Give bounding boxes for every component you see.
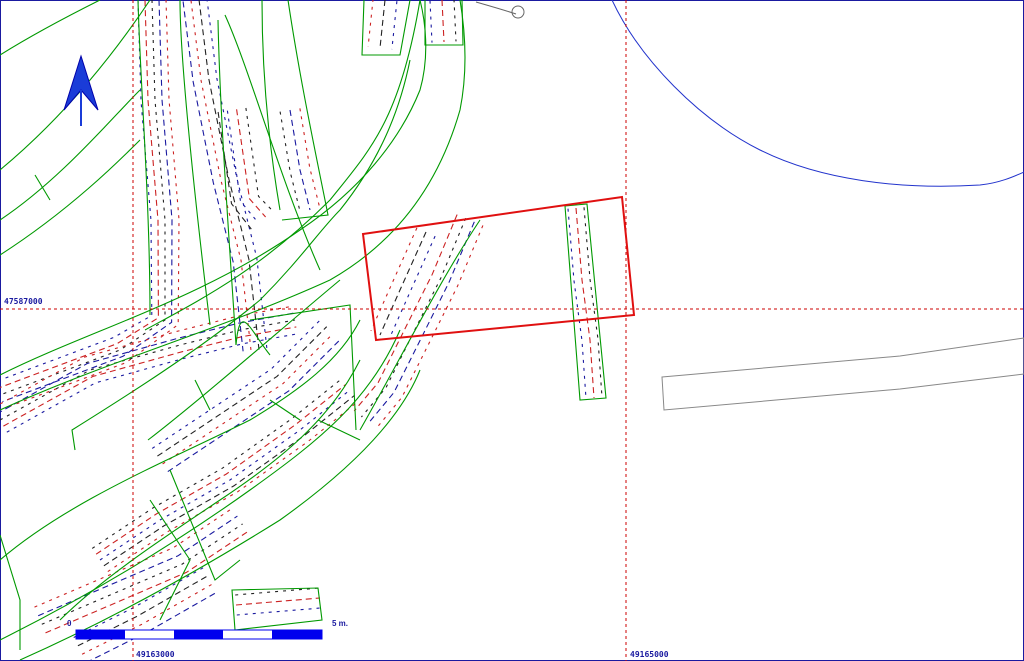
strip-hatch-line — [429, 0, 433, 43]
strip-hatch-line — [279, 111, 301, 213]
map-frame — [0, 0, 1024, 661]
coordinate-grid — [0, 0, 1024, 661]
strip-hatch-line — [217, 111, 252, 230]
strip-hatch-line — [182, 1, 244, 352]
strip-hatch-line — [375, 225, 484, 430]
northing-label: 47587000 — [4, 297, 43, 306]
strip-hatch-line — [236, 109, 267, 218]
easting-label-right: 49165000 — [630, 650, 669, 659]
water-feature — [475, 1, 525, 19]
strip-hatch-line — [370, 227, 418, 332]
map-canvas[interactable] — [0, 0, 1024, 661]
scale-bar — [75, 629, 323, 640]
strip-hatch-line — [162, 332, 334, 465]
strip-hatch-line — [190, 0, 252, 351]
strip-hatch-line — [353, 214, 458, 412]
strip-hatch-line — [235, 597, 321, 606]
strip-hatch-line — [236, 607, 321, 616]
strip-hatch-line — [367, 0, 374, 47]
strip-hatch-line — [81, 583, 213, 655]
easting-label-left: 49163000 — [136, 650, 175, 659]
strip-hatch-line — [391, 1, 398, 50]
strip-hatch-line — [453, 0, 457, 42]
strip-hatch-line — [45, 531, 249, 634]
scale-start-label: 0 — [67, 619, 72, 628]
strip-hatch-line — [95, 384, 346, 555]
strip-hatch-line — [198, 0, 260, 350]
strip-hatch-line — [167, 339, 341, 473]
strip-hatch-line — [567, 208, 587, 399]
strip-hatch-line — [226, 110, 259, 224]
north-arrow-icon — [63, 54, 99, 126]
scale-end-label: 5 m. — [332, 619, 349, 628]
water-boundary — [611, 0, 1024, 187]
strip-hatch-line — [289, 109, 311, 211]
strip-hatch-line — [379, 0, 386, 49]
strip-hatch-line — [368, 221, 475, 424]
map-viewport[interactable]: 47587000 49163000 49165000 0 5 m. — [0, 0, 1024, 661]
strip-hatch-line — [575, 207, 595, 399]
strip-hatch-line — [441, 0, 445, 43]
road-outline — [661, 337, 1024, 411]
strip-hatch-line — [379, 231, 427, 336]
strip-hatch-line — [37, 515, 238, 617]
strip-hatch-line — [583, 207, 603, 398]
strip-hatch-line — [91, 378, 342, 549]
strip-hatch-line — [3, 326, 297, 427]
